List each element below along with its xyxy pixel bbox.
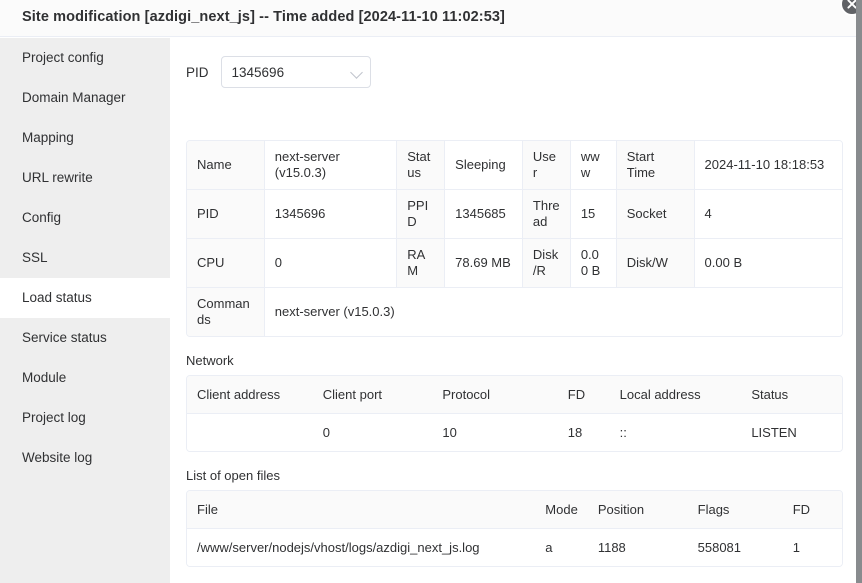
vertical-scrollbar[interactable] [856,0,862,583]
column-header: Protocol [432,376,557,414]
table-cell: :: [610,414,742,451]
sidebar-item-website-log[interactable]: Website log [0,438,170,478]
column-header: Mode [535,491,588,529]
table-header-row: Client addressClient portProtocolFDLocal… [187,376,842,414]
sidebar: Project config Domain Manager Mapping URL r… [0,38,170,583]
sidebar-item-url-rewrite[interactable]: URL rewrite [0,158,170,198]
info-cell-value: 0.00 B [695,239,842,288]
sidebar-item-module[interactable]: Module [0,358,170,398]
table-cell: a [535,529,588,566]
info-cell-value: next-server (v15.0.3) [265,288,842,336]
sidebar-item-label: URL rewrite [22,170,93,185]
info-cell-label: PPID [397,190,445,239]
open-files-section-title: List of open files [186,468,280,483]
column-header: Flags [688,491,783,529]
info-cell-label: User [523,141,571,190]
info-cell-label: Status [397,141,445,190]
info-cell-value: Sleeping [445,141,523,190]
table-cell: 18 [558,414,610,451]
table-row: Namenext-server (v15.0.3)StatusSleepingU… [187,141,842,190]
dialog-title: Site modification [azdigi_next_js] -- Ti… [22,9,505,25]
pid-selector-row: PID 1345696 [186,56,371,88]
sidebar-item-label: Project log [22,410,86,425]
open-files-table: FileModePositionFlagsFD/www/server/nodej… [186,490,843,567]
site-modification-dialog: Site modification [azdigi_next_js] -- Ti… [0,0,862,583]
sidebar-item-label: Mapping [22,130,74,145]
table-cell: 1 [783,529,842,566]
info-cell-value: 4 [695,190,842,239]
info-cell-label: CPU [187,239,265,288]
column-header: Client address [187,376,313,414]
info-cell-label: Commands [187,288,265,336]
info-cell-label: Disk/R [523,239,571,288]
table-row: CPU0RAM78.69 MBDisk/R0.00 BDisk/W0.00 B [187,239,842,288]
chevron-down-icon [350,66,363,79]
info-cell-value: next-server (v15.0.3) [265,141,397,190]
sidebar-item-domain-manager[interactable]: Domain Manager [0,78,170,118]
column-header: Local address [610,376,742,414]
table-cell: LISTEN [741,414,842,451]
network-section-title: Network [186,353,234,368]
pid-select-value: 1345696 [232,65,285,80]
column-header: Position [588,491,688,529]
sidebar-item-label: Config [22,210,61,225]
info-cell-label: PID [187,190,265,239]
table-cell: 10 [432,414,557,451]
sidebar-item-project-config[interactable]: Project config [0,38,170,78]
main-content: PID 1345696 Namenext-server (v15.0.3)Sta… [170,38,862,583]
sidebar-item-label: Service status [22,330,107,345]
pid-label: PID [186,65,209,80]
pid-select[interactable]: 1345696 [221,56,371,88]
info-cell-value: 15 [571,190,617,239]
sidebar-item-label: Module [22,370,66,385]
info-cell-label: Socket [617,190,695,239]
table-cell: 1188 [588,529,688,566]
dialog-header: Site modification [azdigi_next_js] -- Ti… [0,0,862,37]
sidebar-item-label: Load status [22,290,92,305]
column-header: FD [783,491,842,529]
info-cell-value: 1345685 [445,190,523,239]
column-header: File [187,491,535,529]
sidebar-item-config[interactable]: Config [0,198,170,238]
table-cell: 0 [313,414,433,451]
info-cell-value: www [571,141,617,190]
sidebar-item-label: Project config [22,50,104,65]
table-cell: 558081 [688,529,783,566]
info-cell-value: 0 [265,239,397,288]
info-cell-label: RAM [397,239,445,288]
info-cell-value: 1345696 [265,190,397,239]
info-cell-label: Name [187,141,265,190]
info-cell-value: 78.69 MB [445,239,523,288]
column-header: FD [558,376,610,414]
sidebar-item-load-status[interactable]: Load status [0,278,170,318]
sidebar-item-label: Website log [22,450,92,465]
sidebar-item-label: SSL [22,250,48,265]
table-row: 01018::LISTEN [187,414,842,451]
table-header-row: FileModePositionFlagsFD [187,491,842,529]
table-row: PID1345696PPID1345685Thread15Socket4 [187,190,842,239]
sidebar-item-mapping[interactable]: Mapping [0,118,170,158]
info-cell-label: Start Time [617,141,695,190]
sidebar-item-project-log[interactable]: Project log [0,398,170,438]
table-row: /www/server/nodejs/vhost/logs/azdigi_nex… [187,529,842,566]
info-cell-label: Disk/W [617,239,695,288]
sidebar-item-label: Domain Manager [22,90,126,105]
info-cell-value: 2024-11-10 18:18:53 [695,141,842,190]
table-cell: /www/server/nodejs/vhost/logs/azdigi_nex… [187,529,535,566]
column-header: Status [741,376,842,414]
table-cell [187,414,313,451]
info-cell-label: Thread [523,190,571,239]
info-cell-value: 0.00 B [571,239,617,288]
table-row: Commandsnext-server (v15.0.3) [187,288,842,336]
sidebar-item-service-status[interactable]: Service status [0,318,170,358]
process-info-table: Namenext-server (v15.0.3)StatusSleepingU… [186,140,843,337]
sidebar-item-ssl[interactable]: SSL [0,238,170,278]
column-header: Client port [313,376,433,414]
network-table: Client addressClient portProtocolFDLocal… [186,375,843,452]
